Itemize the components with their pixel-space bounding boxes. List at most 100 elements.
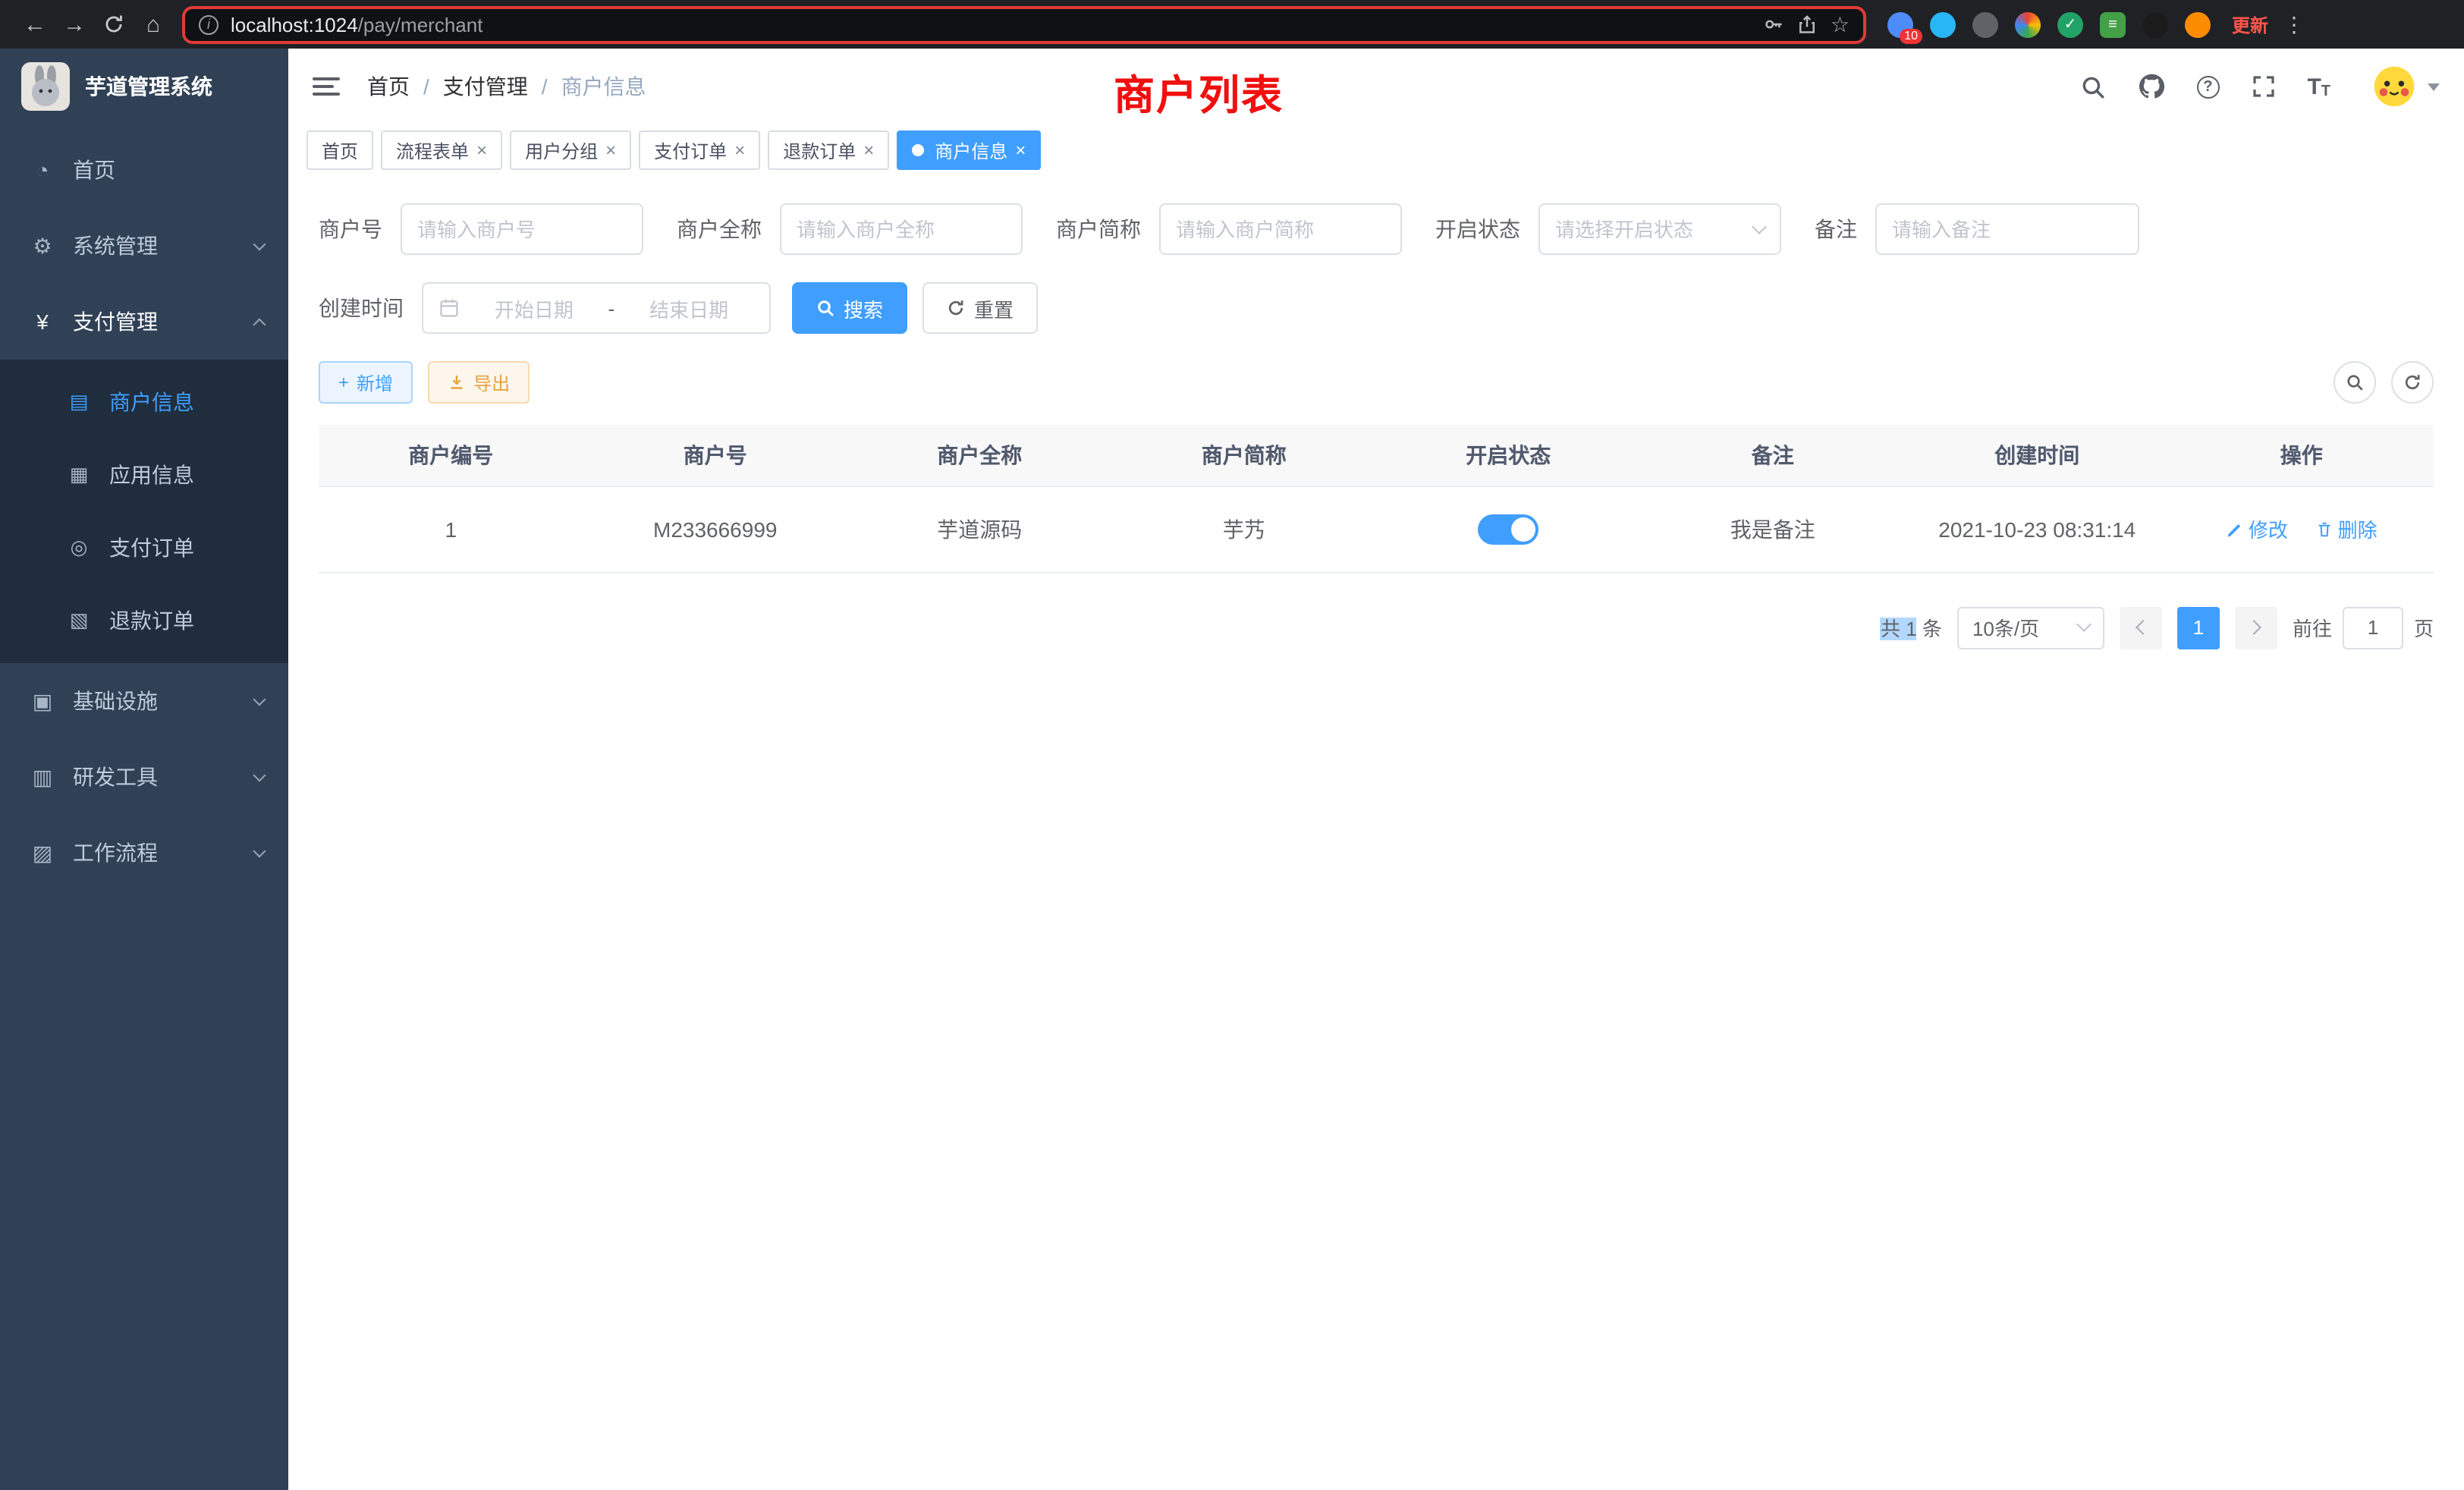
sidebar-item-home[interactable]: ◔ 首页: [0, 132, 288, 208]
chevron-down-icon: [253, 237, 266, 250]
browser-extension-icon[interactable]: [1972, 11, 1998, 37]
merchant-card-icon: ▤: [67, 390, 91, 414]
cell-short-name: 芋艿: [1112, 486, 1377, 572]
page-size-select[interactable]: 10条/页: [1957, 606, 2104, 649]
back-icon[interactable]: ←: [15, 5, 55, 44]
reset-button[interactable]: 重置: [922, 282, 1038, 334]
merchant-table: 商户编号 商户号 商户全称 商户简称 开启状态 备注 创建时间 操作 1: [319, 425, 2434, 573]
browser-menu-icon[interactable]: ⋮: [2283, 11, 2305, 37]
browser-toolbar: ← → ⌂ i localhost:1024/pay/merchant ☆ 10…: [0, 0, 2464, 49]
sidebar-item-pay-order[interactable]: ◎ 支付订单: [0, 511, 288, 584]
edit-icon: [2226, 520, 2244, 538]
reload-icon[interactable]: [94, 5, 134, 44]
page-content: 商户号 商户全称 商户简称 开启状态: [288, 176, 2464, 1490]
sidebar-item-merchant-info[interactable]: ▤ 商户信息: [0, 366, 288, 439]
breadcrumb-separator: /: [542, 74, 548, 99]
browser-extension-icon[interactable]: [2142, 11, 2168, 37]
status-select[interactable]: [1538, 203, 1781, 255]
chevron-right-icon: [2246, 620, 2261, 635]
browser-extension-icon[interactable]: [1930, 11, 1956, 37]
tab-merchant-info[interactable]: 商户信息×: [897, 130, 1041, 170]
sidebar-item-refund-order[interactable]: ▧ 退款订单: [0, 584, 288, 657]
tab-pay-order[interactable]: 支付订单×: [639, 130, 760, 170]
edit-link[interactable]: 修改: [2226, 514, 2288, 543]
site-info-icon[interactable]: i: [199, 14, 218, 34]
delete-link[interactable]: 删除: [2315, 514, 2378, 543]
sidebar-item-workflow[interactable]: ▨ 工作流程: [0, 815, 288, 891]
address-bar[interactable]: i localhost:1024/pay/merchant ☆: [182, 5, 1866, 43]
tab-process-form[interactable]: 流程表单×: [381, 130, 502, 170]
tab-home[interactable]: 首页: [306, 130, 373, 170]
breadcrumb-item-payment[interactable]: 支付管理: [443, 71, 528, 102]
browser-extension-icon[interactable]: ✓: [2057, 11, 2083, 37]
toggle-search-button[interactable]: [2334, 361, 2376, 404]
browser-extension-icon[interactable]: ≡: [2100, 11, 2126, 37]
breadcrumb: 首页 / 支付管理 / 商户信息: [367, 71, 646, 102]
github-icon[interactable]: [2137, 73, 2164, 100]
tab-user-group[interactable]: 用户分组×: [510, 130, 631, 170]
table-row: 1 M233666999 芋道源码 芋艿 我是备注 2021-10-23 08:…: [319, 486, 2434, 572]
share-icon[interactable]: [1797, 14, 1818, 35]
search-icon: [816, 299, 834, 317]
column-header: 开启状态: [1376, 425, 1641, 486]
browser-update-button[interactable]: 更新: [2232, 11, 2268, 37]
add-button[interactable]: + 新增: [319, 361, 413, 404]
user-menu[interactable]: [2371, 64, 2440, 109]
breadcrumb-item-home[interactable]: 首页: [367, 71, 410, 102]
order-icon: ◎: [67, 536, 91, 560]
sidebar-item-app-info[interactable]: ▦ 应用信息: [0, 439, 288, 511]
sidebar-item-payment[interactable]: ¥ 支付管理: [0, 284, 288, 360]
search-form-row-2: 创建时间 开始日期 - 结束日期 搜索: [319, 282, 2434, 334]
column-header: 商户编号: [319, 425, 583, 486]
help-icon[interactable]: ?: [2196, 75, 2219, 98]
hamburger-icon[interactable]: [313, 77, 340, 96]
top-navbar: 首页 / 支付管理 / 商户信息 商户列表 ?: [288, 49, 2464, 124]
browser-extension-icon[interactable]: [2185, 11, 2211, 37]
merchant-no-input[interactable]: [401, 203, 643, 255]
close-icon[interactable]: ×: [476, 141, 487, 159]
close-icon[interactable]: ×: [605, 141, 616, 159]
forward-icon[interactable]: →: [55, 5, 94, 44]
prev-page-button[interactable]: [2120, 606, 2162, 649]
browser-profile-icon[interactable]: [2015, 11, 2041, 37]
url-text: localhost:1024/pay/merchant: [231, 13, 482, 36]
export-button[interactable]: 导出: [428, 361, 530, 404]
workflow-icon: ▨: [30, 840, 55, 866]
close-icon[interactable]: ×: [863, 141, 874, 159]
fullscreen-icon[interactable]: [2251, 74, 2275, 99]
goto-label: 前往: [2293, 613, 2332, 642]
close-icon[interactable]: ×: [734, 141, 745, 159]
chevron-down-icon: [2076, 617, 2092, 632]
plus-icon: +: [338, 372, 349, 393]
password-key-icon[interactable]: [1764, 14, 1785, 35]
app-logo[interactable]: 芋道管理系统: [0, 49, 288, 124]
chevron-down-icon: [2428, 83, 2440, 90]
date-range-separator: -: [608, 297, 615, 319]
sidebar-item-system[interactable]: ⚙ 系统管理: [0, 208, 288, 284]
header-search-icon[interactable]: [2079, 74, 2105, 99]
search-button[interactable]: 搜索: [792, 282, 907, 334]
home-icon[interactable]: ⌂: [134, 5, 173, 44]
sidebar-item-dev-tools[interactable]: ▥ 研发工具: [0, 739, 288, 815]
create-time-range-picker[interactable]: 开始日期 - 结束日期: [422, 282, 771, 334]
next-page-button[interactable]: [2235, 606, 2277, 649]
short-name-input[interactable]: [1159, 203, 1402, 255]
bookmark-star-icon[interactable]: ☆: [1831, 11, 1850, 37]
close-icon[interactable]: ×: [1015, 141, 1026, 159]
date-start-placeholder: 开始日期: [469, 294, 599, 322]
status-switch[interactable]: [1478, 514, 1538, 544]
font-size-icon[interactable]: TT: [2307, 74, 2330, 99]
merchant-no-label: 商户号: [319, 214, 382, 244]
full-name-input[interactable]: [780, 203, 1023, 255]
page-number-button[interactable]: 1: [2177, 606, 2220, 649]
breadcrumb-item-current: 商户信息: [561, 71, 646, 102]
goto-unit: 页: [2414, 613, 2434, 642]
remark-input[interactable]: [1875, 203, 2139, 255]
sidebar-item-infra[interactable]: ▣ 基础设施: [0, 663, 288, 739]
tab-refund-order[interactable]: 退款订单×: [768, 130, 889, 170]
goto-page-input[interactable]: [2343, 606, 2403, 649]
browser-extension-icon[interactable]: 10: [1887, 11, 1913, 37]
table-toolbar: + 新增 导出: [319, 361, 2434, 404]
total-count: 共 1 条: [1881, 613, 1942, 642]
refresh-table-button[interactable]: [2391, 361, 2434, 404]
